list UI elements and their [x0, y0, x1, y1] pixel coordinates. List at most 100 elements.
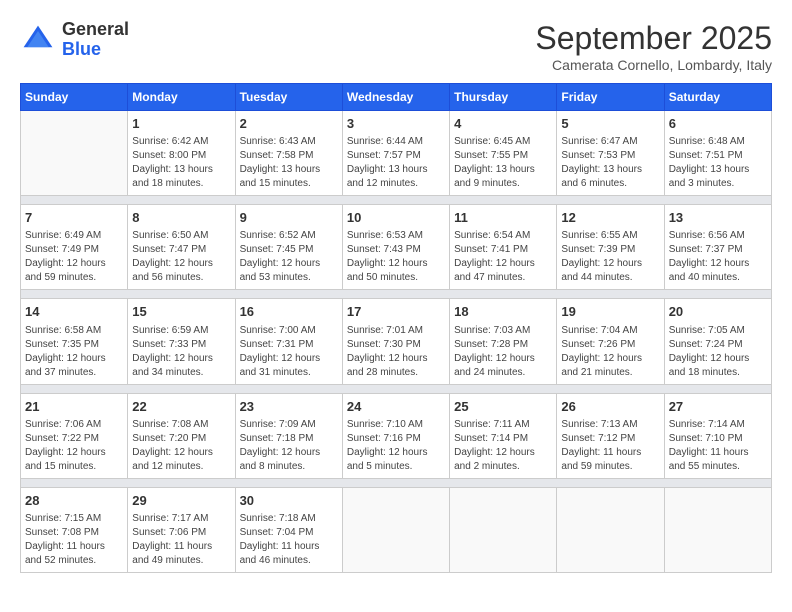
logo-text: General Blue: [62, 20, 129, 60]
day-number: 16: [240, 303, 338, 321]
day-info: Sunrise: 6:56 AMSunset: 7:37 PMDaylight:…: [669, 229, 767, 285]
day-number: 1: [132, 115, 230, 133]
day-info: Sunrise: 6:58 AMSunset: 7:35 PMDaylight:…: [25, 324, 123, 380]
col-saturday: Saturday: [664, 84, 771, 111]
table-row: 3 Sunrise: 6:44 AMSunset: 7:57 PMDaylight…: [342, 111, 449, 196]
table-row: [557, 487, 664, 572]
day-info: Sunrise: 7:14 AMSunset: 7:10 PMDaylight:…: [669, 418, 767, 474]
day-info: Sunrise: 7:00 AMSunset: 7:31 PMDaylight:…: [240, 324, 338, 380]
table-row: 14 Sunrise: 6:58 AMSunset: 7:35 PMDayligh…: [21, 299, 128, 384]
day-info: Sunrise: 7:17 AMSunset: 7:06 PMDaylight:…: [132, 512, 230, 568]
col-tuesday: Tuesday: [235, 84, 342, 111]
table-row: 18 Sunrise: 7:03 AMSunset: 7:28 PMDayligh…: [450, 299, 557, 384]
day-info: Sunrise: 6:42 AMSunset: 8:00 PMDaylight:…: [132, 135, 230, 191]
week-separator: [21, 196, 772, 205]
table-row: 21Sunrise: 7:06 AMSunset: 7:22 PMDayligh…: [21, 393, 128, 478]
table-row: 1 Sunrise: 6:42 AMSunset: 8:00 PMDaylight…: [128, 111, 235, 196]
day-number: 15: [132, 303, 230, 321]
table-row: 22 Sunrise: 7:08 AMSunset: 7:20 PMDayligh…: [128, 393, 235, 478]
table-row: 12Sunrise: 6:55 AMSunset: 7:39 PMDayligh…: [557, 205, 664, 290]
day-number: 12: [561, 209, 659, 227]
table-row: 28 Sunrise: 7:15 AMSunset: 7:08 PMDayligh…: [21, 487, 128, 572]
day-info: Sunrise: 6:54 AMSunset: 7:41 PMDaylight:…: [454, 229, 552, 285]
location-subtitle: Camerata Cornello, Lombardy, Italy: [535, 57, 772, 73]
logo-general: General: [62, 19, 129, 39]
table-row: 30 Sunrise: 7:18 AMSunset: 7:04 PMDayligh…: [235, 487, 342, 572]
day-info: Sunrise: 7:10 AMSunset: 7:16 PMDaylight:…: [347, 418, 445, 474]
day-info: Sunrise: 7:13 AMSunset: 7:12 PMDaylight:…: [561, 418, 659, 474]
day-info: Sunrise: 7:08 AMSunset: 7:20 PMDaylight:…: [132, 418, 230, 474]
day-number: 30: [240, 492, 338, 510]
table-row: 13 Sunrise: 6:56 AMSunset: 7:37 PMDayligh…: [664, 205, 771, 290]
day-info: Sunrise: 7:11 AMSunset: 7:14 PMDaylight:…: [454, 418, 552, 474]
day-info: Sunrise: 6:47 AMSunset: 7:53 PMDaylight:…: [561, 135, 659, 191]
day-number: 9: [240, 209, 338, 227]
table-row: 15Sunrise: 6:59 AMSunset: 7:33 PMDayligh…: [128, 299, 235, 384]
day-number: 28: [25, 492, 123, 510]
table-row: [664, 487, 771, 572]
day-number: 22: [132, 398, 230, 416]
week-separator: [21, 478, 772, 487]
day-number: 25: [454, 398, 552, 416]
day-number: 3: [347, 115, 445, 133]
table-row: 8Sunrise: 6:50 AMSunset: 7:47 PMDaylight…: [128, 205, 235, 290]
calendar-week-row: 1 Sunrise: 6:42 AMSunset: 8:00 PMDaylight…: [21, 111, 772, 196]
day-number: 21: [25, 398, 123, 416]
day-info: Sunrise: 6:44 AMSunset: 7:57 PMDaylight:…: [347, 135, 445, 191]
page-header: General Blue September 2025 Camerata Cor…: [20, 20, 772, 73]
day-number: 19: [561, 303, 659, 321]
day-number: 20: [669, 303, 767, 321]
table-row: 29 Sunrise: 7:17 AMSunset: 7:06 PMDayligh…: [128, 487, 235, 572]
calendar-week-row: 7 Sunrise: 6:49 AMSunset: 7:49 PMDaylight…: [21, 205, 772, 290]
day-info: Sunrise: 7:05 AMSunset: 7:24 PMDaylight:…: [669, 324, 767, 380]
table-row: 17Sunrise: 7:01 AMSunset: 7:30 PMDayligh…: [342, 299, 449, 384]
day-number: 17: [347, 303, 445, 321]
calendar-week-row: 21Sunrise: 7:06 AMSunset: 7:22 PMDayligh…: [21, 393, 772, 478]
table-row: 24Sunrise: 7:10 AMSunset: 7:16 PMDayligh…: [342, 393, 449, 478]
calendar-week-row: 14 Sunrise: 6:58 AMSunset: 7:35 PMDayligh…: [21, 299, 772, 384]
day-number: 11: [454, 209, 552, 227]
day-number: 7: [25, 209, 123, 227]
day-info: Sunrise: 6:43 AMSunset: 7:58 PMDaylight:…: [240, 135, 338, 191]
table-row: 20 Sunrise: 7:05 AMSunset: 7:24 PMDayligh…: [664, 299, 771, 384]
col-sunday: Sunday: [21, 84, 128, 111]
day-number: 8: [132, 209, 230, 227]
day-number: 18: [454, 303, 552, 321]
col-monday: Monday: [128, 84, 235, 111]
table-row: [450, 487, 557, 572]
col-wednesday: Wednesday: [342, 84, 449, 111]
week-separator: [21, 290, 772, 299]
table-row: 9Sunrise: 6:52 AMSunset: 7:45 PMDaylight…: [235, 205, 342, 290]
table-row: [21, 111, 128, 196]
day-number: 5: [561, 115, 659, 133]
table-row: 10Sunrise: 6:53 AMSunset: 7:43 PMDayligh…: [342, 205, 449, 290]
week-separator: [21, 384, 772, 393]
calendar-table: Sunday Monday Tuesday Wednesday Thursday…: [20, 83, 772, 573]
table-row: 27Sunrise: 7:14 AMSunset: 7:10 PMDayligh…: [664, 393, 771, 478]
day-number: 10: [347, 209, 445, 227]
day-number: 14: [25, 303, 123, 321]
col-friday: Friday: [557, 84, 664, 111]
day-info: Sunrise: 7:15 AMSunset: 7:08 PMDaylight:…: [25, 512, 123, 568]
day-info: Sunrise: 7:03 AMSunset: 7:28 PMDaylight:…: [454, 324, 552, 380]
day-info: Sunrise: 6:45 AMSunset: 7:55 PMDaylight:…: [454, 135, 552, 191]
day-info: Sunrise: 7:04 AMSunset: 7:26 PMDaylight:…: [561, 324, 659, 380]
table-row: 4Sunrise: 6:45 AMSunset: 7:55 PMDaylight…: [450, 111, 557, 196]
logo-blue: Blue: [62, 39, 101, 59]
day-number: 29: [132, 492, 230, 510]
day-info: Sunrise: 6:48 AMSunset: 7:51 PMDaylight:…: [669, 135, 767, 191]
day-info: Sunrise: 7:18 AMSunset: 7:04 PMDaylight:…: [240, 512, 338, 568]
title-block: September 2025 Camerata Cornello, Lombar…: [535, 20, 772, 73]
day-number: 23: [240, 398, 338, 416]
day-number: 2: [240, 115, 338, 133]
calendar-week-row: 28 Sunrise: 7:15 AMSunset: 7:08 PMDayligh…: [21, 487, 772, 572]
table-row: [342, 487, 449, 572]
col-thursday: Thursday: [450, 84, 557, 111]
day-number: 13: [669, 209, 767, 227]
table-row: 23Sunrise: 7:09 AMSunset: 7:18 PMDayligh…: [235, 393, 342, 478]
weekday-header-row: Sunday Monday Tuesday Wednesday Thursday…: [21, 84, 772, 111]
table-row: 7 Sunrise: 6:49 AMSunset: 7:49 PMDaylight…: [21, 205, 128, 290]
table-row: 16 Sunrise: 7:00 AMSunset: 7:31 PMDayligh…: [235, 299, 342, 384]
day-number: 6: [669, 115, 767, 133]
day-info: Sunrise: 6:49 AMSunset: 7:49 PMDaylight:…: [25, 229, 123, 285]
